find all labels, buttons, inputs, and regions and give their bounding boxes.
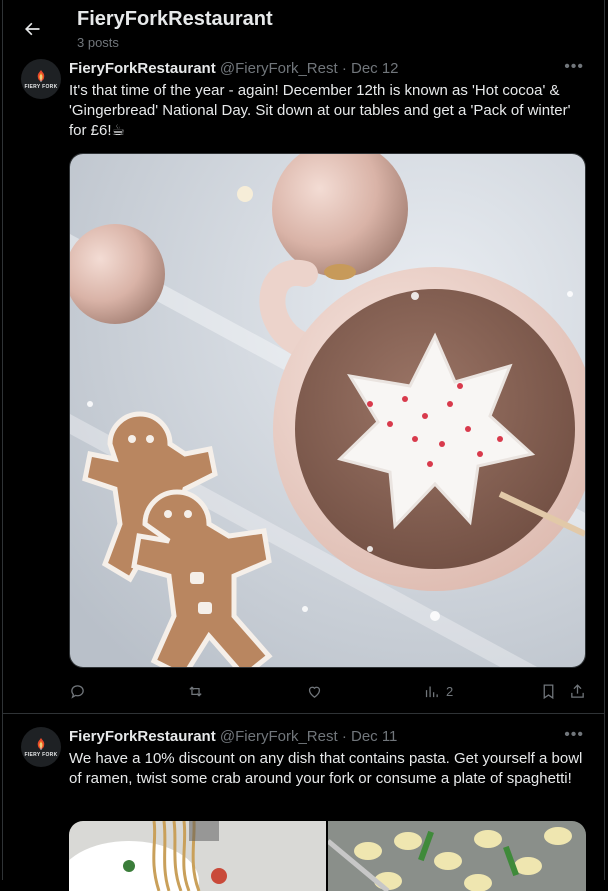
author-handle[interactable]: @FieryFork_Rest (220, 728, 338, 745)
post-meta: FieryForkRestaurant @FieryFork_Rest · De… (69, 728, 397, 745)
post[interactable]: FIERY FORK FieryForkRestaurant @FieryFor… (3, 56, 604, 714)
timeline-column: FieryForkRestaurant 3 posts FIERY FORK F… (2, 0, 605, 891)
reply-button[interactable] (69, 680, 86, 702)
post-text: It's that time of the year - again! Dece… (69, 82, 571, 139)
hot-cocoa-gingerbread-photo (70, 154, 585, 667)
reply-icon (71, 684, 84, 699)
post-image[interactable] (69, 153, 586, 668)
post-meta: FieryForkRestaurant @FieryFork_Rest · De… (69, 60, 399, 77)
repost-button[interactable] (187, 680, 204, 702)
avatar[interactable]: FIERY FORK (21, 727, 61, 767)
spaghetti-photo (69, 821, 326, 891)
profile-header: FieryForkRestaurant 3 posts (3, 0, 604, 56)
profile-name: FieryForkRestaurant (77, 8, 273, 30)
author-handle[interactable]: @FieryFork_Rest (220, 60, 338, 77)
avatar-logo-text: FIERY FORK (24, 751, 58, 758)
meta-separator: · (341, 728, 347, 745)
bookmark-icon (543, 683, 554, 699)
post[interactable]: FIERY FORK FieryForkRestaurant @FieryFor… (3, 715, 604, 891)
views-button[interactable]: 2 (423, 680, 453, 702)
share-button[interactable] (569, 680, 586, 702)
more-options-button[interactable]: ••• (564, 726, 584, 744)
views-count: 2 (446, 683, 454, 699)
fork-flame-logo-icon (37, 737, 45, 750)
farfalle-pasta-photo (328, 821, 586, 891)
repost-icon (189, 685, 202, 697)
post-actions: 2 (69, 680, 587, 702)
avatar[interactable]: FIERY FORK (21, 59, 61, 99)
views-icon (425, 686, 438, 697)
more-options-button[interactable]: ••• (564, 58, 584, 76)
like-icon (308, 686, 321, 698)
post-text: We have a 10% discount on any dish that … (69, 750, 583, 787)
fork-flame-logo-icon (37, 69, 45, 82)
post-image[interactable] (328, 821, 586, 891)
post-date[interactable]: Dec 12 (351, 60, 399, 77)
author-name[interactable]: FieryForkRestaurant (69, 728, 216, 745)
like-button[interactable] (306, 680, 323, 702)
back-button[interactable] (15, 12, 49, 46)
bookmark-button[interactable] (540, 680, 557, 702)
post-count: 3 posts (77, 35, 119, 50)
post-date[interactable]: Dec 11 (351, 728, 397, 745)
author-name[interactable]: FieryForkRestaurant (69, 60, 216, 77)
avatar-logo-text: FIERY FORK (24, 83, 58, 90)
post-image[interactable] (69, 821, 326, 891)
post-media-grid (69, 821, 586, 891)
meta-separator: · (341, 60, 347, 77)
back-arrow-icon (25, 22, 40, 36)
share-icon (571, 683, 584, 698)
